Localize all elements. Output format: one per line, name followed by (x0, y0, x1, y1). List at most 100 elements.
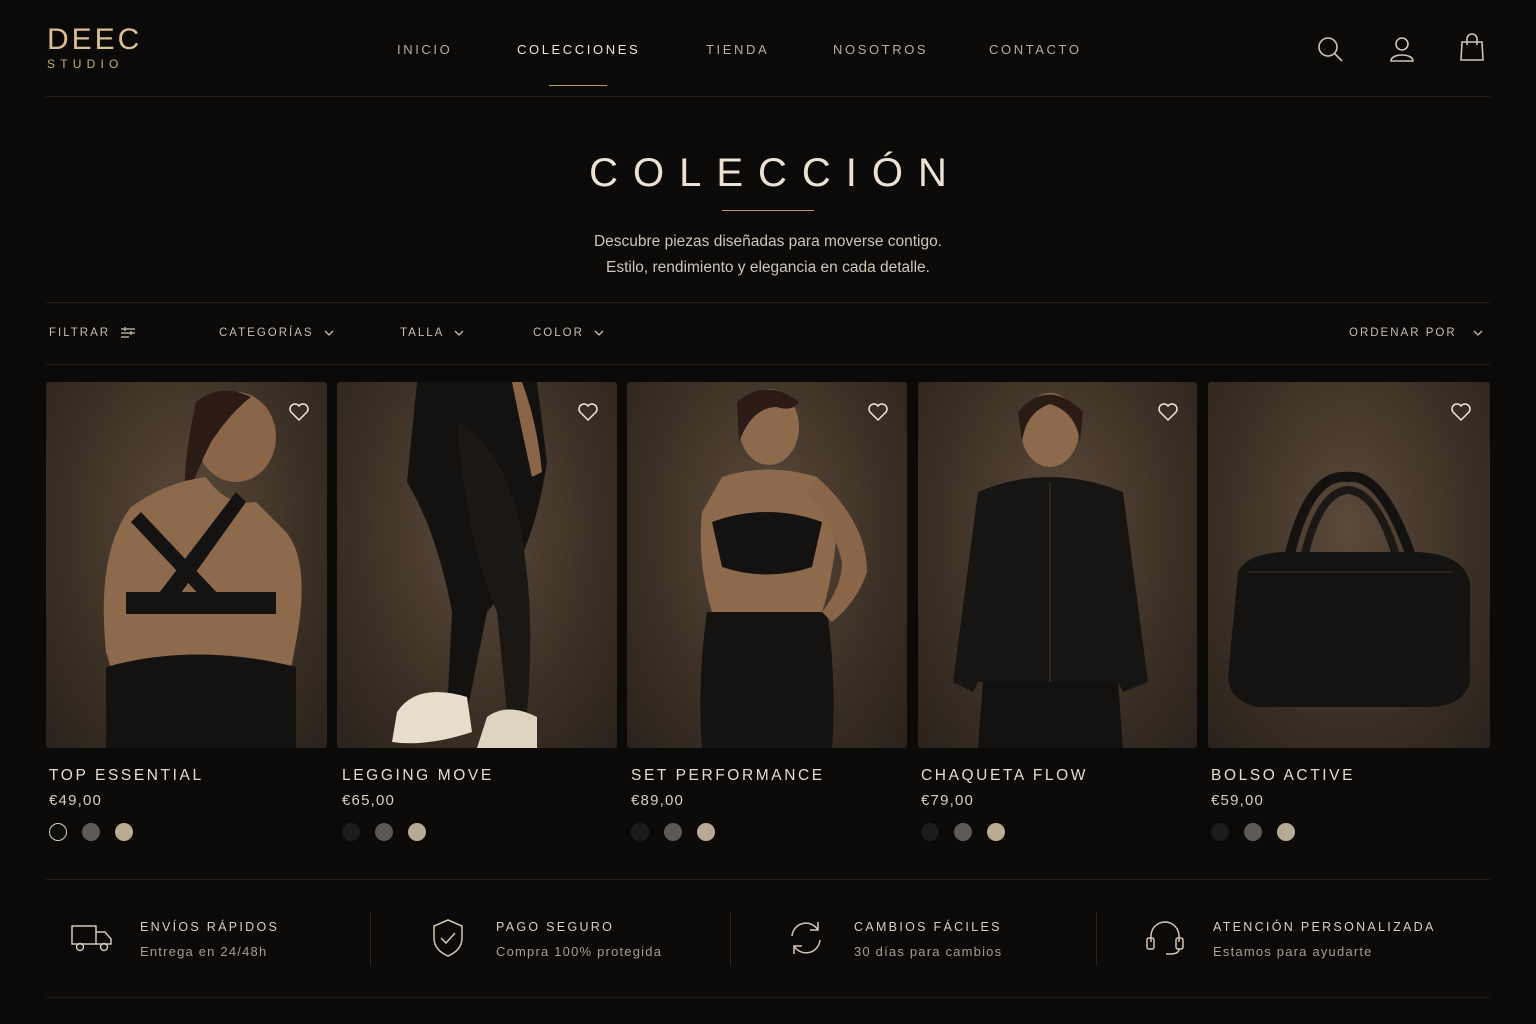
swatch-beige[interactable] (1277, 823, 1295, 841)
product-name[interactable]: SET PERFORMANCE (631, 767, 825, 785)
nav-item-tienda[interactable]: TIENDA (706, 42, 769, 58)
chevron-down-icon (1473, 330, 1483, 336)
feature-title: CAMBIOS FÁCILES (854, 920, 1002, 934)
color-swatches (342, 823, 426, 841)
swatch-beige[interactable] (987, 823, 1005, 841)
color-swatches (1211, 823, 1295, 841)
color-swatches (921, 823, 1005, 841)
feature-separator (730, 912, 731, 966)
product-price: €65,00 (342, 792, 396, 809)
categories-label: CATEGORÍAS (219, 327, 314, 339)
swatch-gray[interactable] (82, 823, 100, 841)
title-underline (722, 210, 814, 211)
swatch-gray[interactable] (664, 823, 682, 841)
categories-dropdown[interactable]: CATEGORÍAS (219, 326, 334, 340)
woman-black-jacket-image (953, 393, 1148, 748)
headset-icon (1143, 918, 1187, 958)
features-top-divider (46, 879, 1490, 880)
truck-icon (70, 918, 114, 958)
product-name[interactable]: LEGGING MOVE (342, 767, 494, 785)
features-bottom-divider (46, 997, 1490, 998)
feature-separator (370, 912, 371, 966)
black-duffel-bag-image (1228, 471, 1470, 707)
product-name[interactable]: BOLSO ACTIVE (1211, 767, 1355, 785)
product-name[interactable]: CHAQUETA FLOW (921, 767, 1088, 785)
chevron-down-icon (594, 330, 604, 336)
swatch-black[interactable] (921, 823, 939, 841)
nav-item-inicio[interactable]: INICIO (397, 42, 452, 58)
woman-back-sports-top-image (103, 390, 302, 748)
size-dropdown[interactable]: TALLA (400, 326, 464, 340)
swatch-black[interactable] (49, 823, 67, 841)
product-price: €49,00 (49, 792, 103, 809)
filter-button[interactable]: FILTRAR (49, 326, 136, 340)
wishlist-heart-icon[interactable] (576, 400, 600, 424)
swatch-black[interactable] (1211, 823, 1229, 841)
refresh-icon (784, 918, 828, 958)
header-divider (46, 96, 1490, 97)
nav-item-colecciones[interactable]: COLECCIONES (517, 42, 640, 58)
feature-title: ATENCIÓN PERSONALIZADA (1213, 920, 1436, 934)
feature-text: Entrega en 24/48h (140, 944, 268, 959)
swatch-gray[interactable] (1244, 823, 1262, 841)
product-image[interactable] (627, 382, 907, 748)
feature-title: ENVÍOS RÁPIDOS (140, 920, 280, 934)
feature-text: Estamos para ayudarte (1213, 944, 1373, 959)
chevron-down-icon (454, 330, 464, 336)
color-swatches (631, 823, 715, 841)
product-name[interactable]: TOP ESSENTIAL (49, 767, 204, 785)
wishlist-heart-icon[interactable] (866, 400, 890, 424)
hero-subtitle-line-2: Estilo, rendimiento y elegancia en cada … (606, 259, 930, 276)
nav-item-contacto[interactable]: CONTACTO (989, 42, 1082, 58)
product-image[interactable] (46, 382, 327, 748)
filter-label: FILTRAR (49, 327, 111, 339)
color-label: COLOR (533, 327, 584, 339)
nav-item-nosotros[interactable]: NOSOTROS (833, 42, 928, 58)
user-icon[interactable] (1387, 34, 1417, 64)
bag-icon[interactable] (1457, 32, 1487, 62)
feature-text: Compra 100% protegida (496, 944, 663, 959)
swatch-black[interactable] (631, 823, 649, 841)
product-card[interactable]: SET PERFORMANCE €89,00 (627, 382, 907, 852)
color-swatches (49, 823, 133, 841)
swatch-beige[interactable] (115, 823, 133, 841)
chevron-down-icon (324, 330, 334, 336)
wishlist-heart-icon[interactable] (1449, 400, 1473, 424)
search-icon[interactable] (1315, 34, 1345, 64)
site-header: DEEC STUDIO INICIO COLECCIONES TIENDA NO… (0, 0, 1536, 97)
swatch-gray[interactable] (954, 823, 972, 841)
shield-check-icon (426, 918, 470, 958)
product-price: €59,00 (1211, 792, 1265, 809)
feature-text: 30 días para cambios (854, 944, 1003, 959)
wishlist-heart-icon[interactable] (287, 400, 311, 424)
wishlist-heart-icon[interactable] (1156, 400, 1180, 424)
product-image[interactable] (918, 382, 1197, 748)
product-price: €89,00 (631, 792, 685, 809)
product-price: €79,00 (921, 792, 975, 809)
product-card[interactable]: BOLSO ACTIVE €59,00 (1208, 382, 1490, 852)
product-card[interactable]: TOP ESSENTIAL €49,00 (46, 382, 327, 852)
filter-bar-top-divider (46, 302, 1490, 303)
nav-active-underline (549, 85, 607, 86)
feature-title: PAGO SEGURO (496, 920, 615, 934)
size-label: TALLA (400, 327, 445, 339)
woman-sports-bra-set-image (700, 389, 867, 748)
sliders-icon (121, 327, 136, 338)
sort-dropdown[interactable]: ORDENAR POR (1349, 326, 1483, 340)
filter-bar-bottom-divider (46, 364, 1490, 365)
feature-separator (1096, 912, 1097, 966)
product-image[interactable] (337, 382, 617, 748)
swatch-gray[interactable] (375, 823, 393, 841)
color-dropdown[interactable]: COLOR (533, 326, 604, 340)
swatch-black[interactable] (342, 823, 360, 841)
legs-black-leggings-image (392, 382, 547, 748)
product-card[interactable]: LEGGING MOVE €65,00 (337, 382, 617, 852)
page-title: COLECCIÓN (589, 151, 962, 195)
sort-label: ORDENAR POR (1349, 327, 1457, 339)
main-nav: INICIO COLECCIONES TIENDA NOSOTROS CONTA… (0, 42, 1536, 62)
hero-subtitle-line-1: Descubre piezas diseñadas para moverse c… (593, 233, 943, 250)
product-image[interactable] (1208, 382, 1490, 748)
swatch-beige[interactable] (408, 823, 426, 841)
swatch-beige[interactable] (697, 823, 715, 841)
product-card[interactable]: CHAQUETA FLOW €79,00 (918, 382, 1197, 852)
